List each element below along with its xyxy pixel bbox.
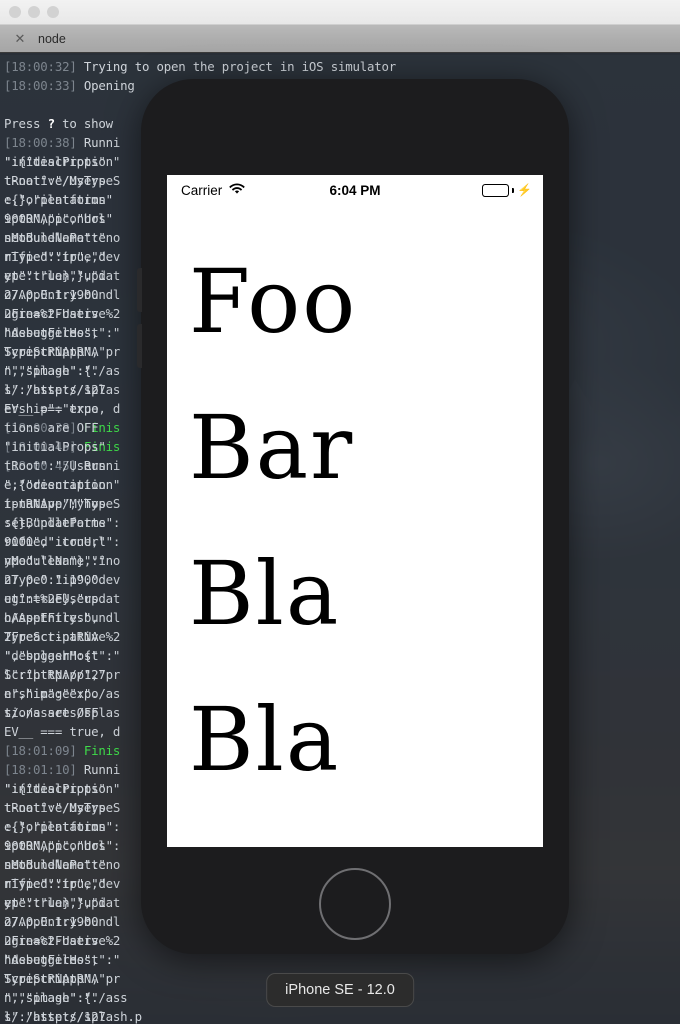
terminal-line-right xyxy=(4,57,678,76)
zoom-button-icon[interactable] xyxy=(47,6,59,18)
app-content: Foo Bar Bla Bla xyxy=(167,205,543,813)
app-text-line: Bla xyxy=(189,542,341,645)
ios-status-bar: Carrier 6:04 PM ⚡ xyxy=(167,175,543,205)
battery-cap-icon xyxy=(512,187,515,193)
battery-icon xyxy=(482,183,510,197)
app-text-line: Bar xyxy=(189,396,355,499)
close-icon[interactable]: ✕ xyxy=(10,32,30,45)
close-button-icon[interactable] xyxy=(9,6,21,18)
status-bar-right: ⚡ xyxy=(482,183,532,197)
app-text-line: Bla xyxy=(189,688,341,791)
window-traffic-lights[interactable] xyxy=(9,6,59,18)
ios-simulator-device[interactable]: Carrier 6:04 PM ⚡ Foo Bar Bla Bla xyxy=(137,79,569,954)
device-screen[interactable]: Carrier 6:04 PM ⚡ Foo Bar Bla Bla xyxy=(167,175,543,847)
home-button[interactable] xyxy=(319,868,391,940)
tab-title[interactable]: node xyxy=(38,32,66,46)
window-titlebar[interactable] xyxy=(0,0,680,25)
app-text-line: Foo xyxy=(189,250,358,353)
terminal-tabbar[interactable]: ✕ node xyxy=(0,25,680,53)
terminal-line-right: l":"http://127 xyxy=(4,1009,106,1024)
volume-up-button[interactable] xyxy=(137,268,142,312)
charging-bolt-icon: ⚡ xyxy=(517,183,532,197)
volume-down-button[interactable] xyxy=(137,324,142,368)
minimize-button-icon[interactable] xyxy=(28,6,40,18)
device-name-label: iPhone SE - 12.0 xyxy=(266,973,414,1007)
screen-root: [18:00:32] Trying to open the project in… xyxy=(0,0,680,1024)
